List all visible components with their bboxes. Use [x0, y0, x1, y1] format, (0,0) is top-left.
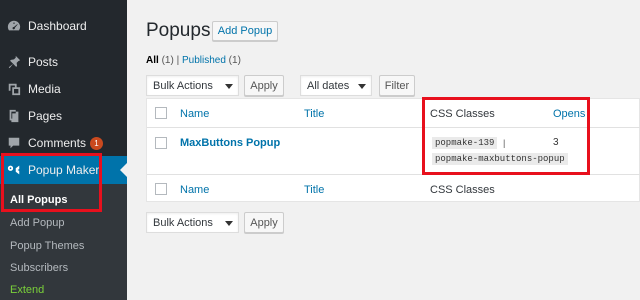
bulk-actions-value: Bulk Actions — [153, 216, 213, 229]
dates-value: All dates — [307, 79, 350, 92]
submenu-popup-themes[interactable]: Popup Themes — [10, 240, 84, 252]
menu-item-pages[interactable]: Pages — [0, 102, 127, 130]
popup-name-link[interactable]: MaxButtons Popup — [180, 137, 280, 149]
filter-separator: | — [176, 55, 180, 66]
menu-label-popup-maker: Popup Maker — [28, 163, 100, 177]
filter-published[interactable]: Published — [182, 55, 226, 66]
pushpin-icon — [0, 55, 28, 69]
menu-item-dashboard[interactable]: Dashboard — [0, 12, 127, 40]
popup-maker-submenu: All Popups Add Popup Popup Themes Subscr… — [0, 184, 127, 300]
css-class-code: popmake-139 — [432, 137, 498, 149]
dates-select[interactable]: All dates — [300, 75, 372, 96]
chevron-down-icon — [225, 84, 233, 89]
menu-label-dashboard: Dashboard — [28, 19, 87, 33]
column-title-header[interactable]: Title — [304, 108, 324, 120]
menu-item-popup-maker[interactable]: Popup Maker — [0, 156, 127, 184]
column-name-footer[interactable]: Name — [180, 184, 209, 196]
select-all-checkbox-footer[interactable] — [155, 183, 167, 195]
chevron-down-icon — [358, 84, 366, 89]
page-title: Popups — [146, 20, 211, 41]
menu-label-comments: Comments — [28, 136, 87, 150]
menu-item-comments[interactable]: Comments 1 — [0, 129, 127, 157]
media-icon — [0, 82, 28, 96]
menu-label-posts: Posts — [28, 55, 59, 69]
apply-button-top[interactable]: Apply — [244, 75, 284, 96]
column-opens-header[interactable]: Opens — [553, 108, 585, 120]
submenu-add-popup[interactable]: Add Popup — [10, 217, 64, 229]
submenu-subscribers[interactable]: Subscribers — [10, 262, 68, 274]
popup-maker-icon — [0, 163, 28, 177]
footer-divider — [147, 174, 640, 175]
menu-item-posts[interactable]: Posts — [0, 48, 127, 76]
filter-all[interactable]: All — [146, 55, 159, 66]
menu-label-pages: Pages — [28, 109, 63, 123]
chevron-down-icon — [225, 221, 233, 226]
submenu-extend[interactable]: Extend — [10, 284, 44, 296]
column-css-classes-header: CSS Classes — [430, 108, 495, 120]
filter-button[interactable]: Filter — [379, 75, 415, 96]
menu-label-media: Media — [28, 82, 61, 96]
column-title-footer[interactable]: Title — [304, 184, 324, 196]
comments-count-badge: 1 — [90, 136, 104, 150]
column-css-classes-footer: CSS Classes — [430, 184, 495, 196]
active-menu-arrow — [120, 163, 127, 177]
add-popup-button[interactable]: Add Popup — [212, 21, 278, 41]
menu-item-media[interactable]: Media — [0, 75, 127, 103]
bulk-actions-select-bottom[interactable]: Bulk Actions — [146, 212, 239, 233]
row-checkbox[interactable] — [155, 137, 167, 149]
filter-published-count: (1) — [228, 55, 241, 66]
filter-all-count: (1) — [161, 55, 174, 66]
column-name-header[interactable]: Name — [180, 108, 209, 120]
comment-icon — [0, 136, 28, 150]
admin-sidebar: Dashboard Posts Media Pages Comments 1 P… — [0, 0, 127, 300]
bulk-actions-select-top[interactable]: Bulk Actions — [146, 75, 239, 96]
opens-count: 3 — [553, 137, 559, 148]
submenu-all-popups[interactable]: All Popups — [10, 194, 67, 206]
css-class-code: popmake-maxbuttons-popup — [432, 153, 568, 165]
apply-button-bottom[interactable]: Apply — [244, 212, 284, 233]
pages-icon — [0, 109, 28, 123]
select-all-checkbox[interactable] — [155, 107, 167, 119]
header-divider — [147, 127, 640, 128]
status-filter-links: All (1) | Published (1) — [146, 55, 241, 66]
css-class-separator: | — [503, 138, 506, 148]
popups-table: Name Title CSS Classes Opens MaxButtons … — [146, 98, 640, 202]
bulk-actions-value: Bulk Actions — [153, 79, 213, 92]
dashboard-icon — [0, 19, 28, 33]
